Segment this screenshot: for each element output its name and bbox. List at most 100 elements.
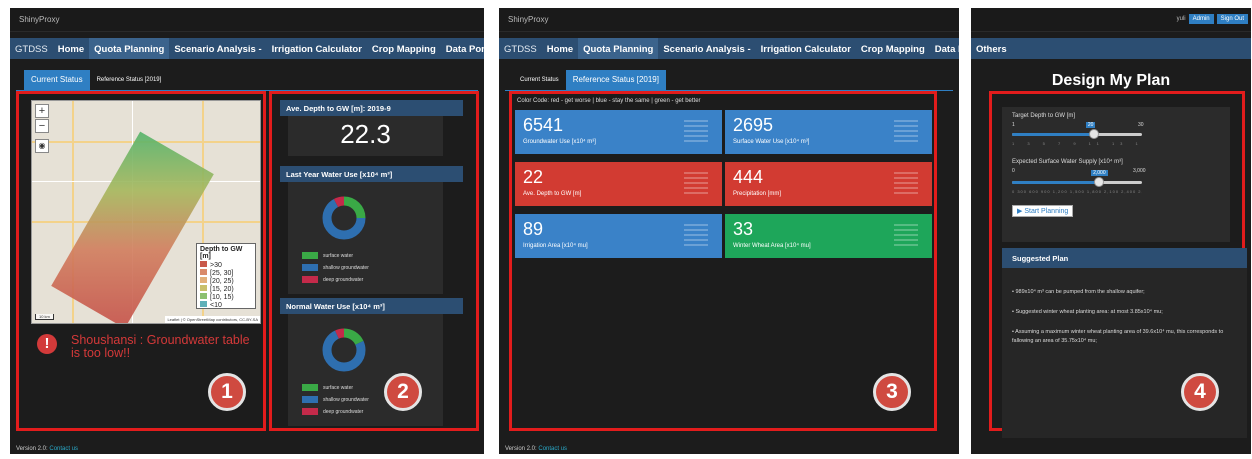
nav-data-portal[interactable]: Data Portal: [441, 38, 484, 59]
legend-swatch: [200, 285, 207, 291]
depth-panel-header: Ave. Depth to GW [m]: 2019-9: [280, 100, 463, 116]
kpi-card: 2695 Surface Water Use [x10⁴ m³]: [725, 110, 932, 154]
navbar: GTDSS Home Quota Planning Scenario Analysis…: [499, 38, 959, 59]
legend-item: [15, 20): [200, 285, 252, 293]
status-tabs: Current Status Reference Status [2019]: [24, 70, 168, 90]
last-year-panel: surface water shallow groundwater deep g…: [288, 182, 443, 294]
map-legend: Depth to GW [m] >30 [25, 30] [20, 25) [1…: [196, 243, 256, 309]
slider-ticks: 1 3 5 7 9 11 13 15 17 20 22 25 27 30: [1012, 141, 1142, 146]
nav-crop-mapping[interactable]: Crop Mapping: [367, 38, 441, 59]
nav-brand[interactable]: GTDSS: [499, 38, 542, 59]
target-depth-slider[interactable]: 20: [1012, 122, 1142, 139]
slider-handle[interactable]: [1088, 129, 1099, 139]
navbar: Others: [971, 38, 1251, 59]
kpi-card: 6541 Groundwater Use [x10⁴ m³]: [515, 110, 722, 154]
contact-link[interactable]: Contact us: [538, 446, 567, 452]
nav-quota-planning[interactable]: Quota Planning: [89, 38, 170, 59]
locate-icon[interactable]: ◉: [35, 139, 49, 153]
sign-out-button[interactable]: Sign Out: [1216, 14, 1248, 24]
alert-icon: !: [37, 334, 57, 354]
legend-item: <10: [200, 301, 252, 309]
slider-value: 2,000: [1091, 170, 1108, 176]
normal-panel: surface water shallow groundwater deep g…: [288, 314, 443, 426]
legend-swatch: [302, 384, 318, 391]
kpi-card: 89 Irrigation Area [x10⁴ mu]: [515, 214, 722, 258]
groundwater-depth-raster: [51, 131, 214, 323]
map-scale: 10 km: [35, 314, 54, 320]
badge-3: 3: [873, 373, 911, 411]
depth-value: 22.3: [340, 119, 391, 149]
bars-icon: [894, 224, 918, 246]
suggested-plan-header: Suggested Plan: [1002, 248, 1247, 268]
chart-legend-item: deep groundwater: [302, 408, 363, 415]
bars-icon: [684, 120, 708, 142]
plan-inputs-panel: Target Depth to GW [m] 1 30 20 1 3 5 7 9…: [1002, 107, 1230, 242]
legend-swatch: [200, 293, 207, 299]
chart-legend-item: surface water: [302, 384, 353, 391]
alert-message: Shoushansi : Groundwater table is too lo…: [71, 333, 250, 360]
kpi-card: 22 Ave. Depth to GW [m]: [515, 162, 722, 206]
groundwater-map[interactable]: + − ◉ Depth to GW [m] >30 [25, 30] [20, …: [31, 100, 261, 324]
legend-item: >30: [200, 261, 252, 269]
user-bar: yuli Admin Sign Out: [1177, 14, 1248, 24]
plan-line: • 989x10⁴ m³ can be pumped from the shal…: [1012, 289, 1145, 295]
nav-scenario-analysis[interactable]: Scenario Analysis -: [658, 38, 755, 59]
map-attribution[interactable]: Leaflet | © OpenStreetMap contributors, …: [165, 316, 260, 323]
legend-swatch: [302, 252, 318, 259]
tab-reference-status[interactable]: Reference Status [2019]: [90, 70, 169, 90]
nav-irrigation-calculator[interactable]: Irrigation Calculator: [756, 38, 856, 59]
nav-quota-planning[interactable]: Quota Planning: [578, 38, 659, 59]
target-min: 1: [1012, 122, 1015, 128]
normal-donut-chart: [322, 328, 366, 372]
bars-icon: [894, 172, 918, 194]
surface-supply-slider[interactable]: 2,000: [1012, 170, 1142, 187]
nav-home[interactable]: Home: [542, 38, 578, 59]
zoom-in-button[interactable]: +: [35, 104, 49, 118]
navbar: GTDSS Home Quota Planning Scenario Analysis…: [10, 38, 484, 59]
legend-swatch: [302, 396, 318, 403]
bars-icon: [684, 224, 708, 246]
legend-swatch: [200, 301, 207, 307]
legend-item: [20, 25): [200, 277, 252, 285]
legend-swatch: [200, 277, 207, 283]
bars-icon: [684, 172, 708, 194]
slider-value: 20: [1085, 122, 1096, 128]
nav-irrigation-calculator[interactable]: Irrigation Calculator: [267, 38, 367, 59]
bars-icon: [894, 120, 918, 142]
chart-legend-item: shallow groundwater: [302, 396, 369, 403]
start-planning-button[interactable]: ▶ Start Planning: [1012, 205, 1074, 217]
legend-swatch: [302, 408, 318, 415]
nav-scenario-analysis[interactable]: Scenario Analysis -: [169, 38, 266, 59]
color-code-note: Color Code: red - get worse | blue - sta…: [517, 98, 701, 104]
nav-home[interactable]: Home: [53, 38, 89, 59]
tab-current-status[interactable]: Current Status: [24, 70, 90, 90]
shinyproxy-brand[interactable]: ShinyProxy: [499, 8, 959, 32]
user-name: yuli: [1176, 16, 1186, 22]
shinyproxy-brand[interactable]: ShinyProxy: [10, 8, 484, 32]
tab-reference-status[interactable]: Reference Status [2019]: [565, 70, 666, 90]
footer: Version 2.0: Contact us: [16, 446, 79, 452]
screen-design-my-plan: yuli Admin Sign Out Others Design My Plan …: [971, 8, 1251, 454]
kpi-card: 444 Precipitation [mm]: [725, 162, 932, 206]
nav-brand[interactable]: GTDSS: [10, 38, 53, 59]
screen-current-status: ShinyProxy GTDSS Home Quota Planning Scenar…: [10, 8, 484, 454]
plan-line: • Suggested winter wheat planting area: …: [1012, 309, 1163, 315]
target-max: 30: [1138, 122, 1144, 128]
normal-panel-header: Normal Water Use [x10⁴ m³]: [280, 298, 463, 314]
contact-link[interactable]: Contact us: [49, 446, 78, 452]
admin-button[interactable]: Admin: [1188, 14, 1214, 24]
tab-current-status[interactable]: Current Status: [513, 70, 566, 90]
legend-item: [10, 15): [200, 293, 252, 301]
surface-supply-label: Expected Surface Water Supply [x10⁴ m³]: [1012, 159, 1123, 165]
zoom-out-button[interactable]: −: [35, 119, 49, 133]
nav-data-portal[interactable]: Data Portal: [930, 38, 959, 59]
screen-reference-status: ShinyProxy GTDSS Home Quota Planning Scenar…: [499, 8, 959, 454]
depth-panel: 22.3: [288, 116, 443, 156]
legend-item: [25, 30]: [200, 269, 252, 277]
last-year-donut-chart: [322, 196, 366, 240]
nav-crop-mapping[interactable]: Crop Mapping: [856, 38, 930, 59]
legend-swatch: [302, 264, 318, 271]
slider-handle[interactable]: [1094, 177, 1105, 187]
nav-others[interactable]: Others: [971, 38, 1012, 59]
legend-title: Depth to GW [m]: [200, 246, 243, 260]
